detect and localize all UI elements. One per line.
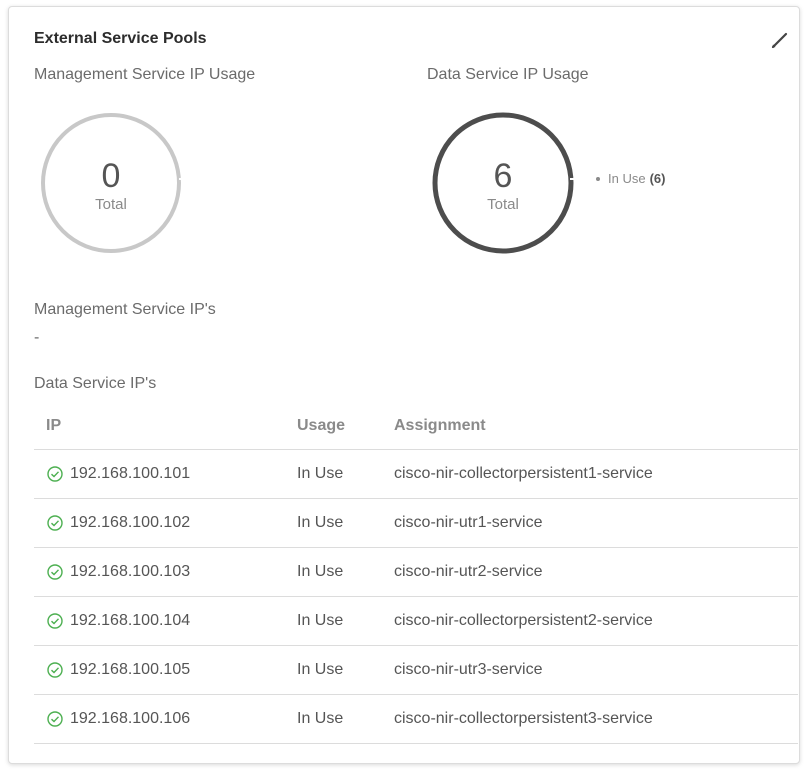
assignment-cell: cisco-nir-collectorpersistent2-service	[394, 596, 798, 646]
data-usage-label: Data Service IP Usage	[427, 66, 589, 83]
ip-address: 192.168.100.102	[70, 513, 191, 531]
column-header-assignment[interactable]: Assignment	[394, 404, 798, 450]
check-circle-icon	[47, 514, 63, 531]
table-header-row: IP Usage Assignment	[34, 404, 798, 450]
table-row[interactable]: 192.168.100.102 In Use cisco-nir-utr1-se…	[34, 498, 798, 548]
management-ips-label: Management Service IP's	[34, 301, 216, 318]
pencil-icon[interactable]	[769, 29, 791, 51]
check-circle-icon	[47, 563, 63, 580]
legend-count: (6)	[649, 171, 666, 186]
data-total-label: Total	[487, 196, 519, 213]
usage-cell: In Use	[297, 547, 394, 597]
data-total-value: 6	[493, 157, 513, 195]
management-ips-value: -	[34, 329, 40, 346]
assignment-cell: cisco-nir-utr2-service	[394, 547, 798, 597]
table-row[interactable]: 192.168.100.103 In Use cisco-nir-utr2-se…	[34, 547, 798, 597]
assignment-cell: cisco-nir-utr1-service	[394, 498, 798, 548]
management-usage-label: Management Service IP Usage	[34, 66, 256, 83]
ip-address: 192.168.100.105	[70, 660, 191, 678]
data-ips-table: IP Usage Assignment 192.168.100.101 In U…	[34, 404, 798, 744]
check-circle-icon	[47, 612, 63, 629]
legend-bullet-icon	[596, 176, 600, 181]
ip-address: 192.168.100.101	[70, 464, 191, 482]
assignment-cell: cisco-nir-collectorpersistent3-service	[394, 694, 798, 744]
management-usage-donut: 0 Total	[39, 111, 183, 255]
data-usage-legend: In Use (6)	[596, 171, 665, 186]
table-row[interactable]: 192.168.100.101 In Use cisco-nir-collect…	[34, 449, 798, 499]
table-row[interactable]: 192.168.100.106 In Use cisco-nir-collect…	[34, 694, 798, 744]
usage-cell: In Use	[297, 694, 394, 744]
external-service-pools-panel: External Service Pools Management Servic…	[8, 6, 800, 764]
check-circle-icon	[47, 710, 63, 727]
usage-cell: In Use	[297, 596, 394, 646]
usage-cell: In Use	[297, 645, 394, 695]
management-total-value: 0	[101, 157, 121, 195]
assignment-cell: cisco-nir-collectorpersistent1-service	[394, 449, 798, 499]
column-header-ip[interactable]: IP	[34, 404, 297, 450]
usage-cell: In Use	[297, 498, 394, 548]
panel-title: External Service Pools	[34, 30, 207, 47]
column-header-usage[interactable]: Usage	[297, 404, 394, 450]
data-ips-label: Data Service IP's	[34, 375, 157, 392]
management-total-label: Total	[95, 196, 127, 213]
data-usage-donut: 6 Total	[431, 111, 575, 255]
table-row[interactable]: 192.168.100.104 In Use cisco-nir-collect…	[34, 596, 798, 646]
table-row[interactable]: 192.168.100.105 In Use cisco-nir-utr3-se…	[34, 645, 798, 695]
legend-label: In Use	[608, 171, 646, 186]
usage-cell: In Use	[297, 449, 394, 499]
assignment-cell: cisco-nir-utr3-service	[394, 645, 798, 695]
check-circle-icon	[47, 661, 63, 678]
ip-address: 192.168.100.104	[70, 611, 191, 629]
ip-address: 192.168.100.106	[70, 709, 191, 727]
ip-address: 192.168.100.103	[70, 562, 191, 580]
check-circle-icon	[47, 465, 63, 482]
